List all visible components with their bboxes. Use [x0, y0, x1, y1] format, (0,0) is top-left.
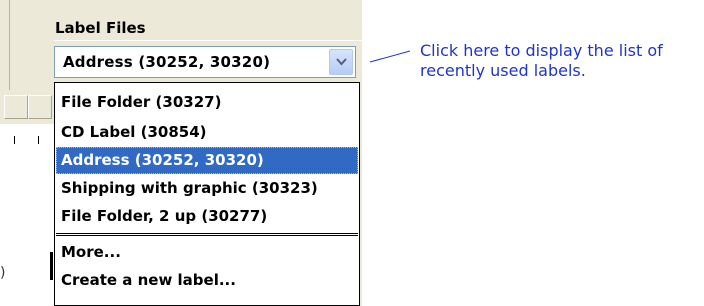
document-marker — [50, 252, 53, 280]
toolbar-button[interactable] — [4, 95, 28, 119]
list-item-selected[interactable]: Address (30252, 30320) — [56, 147, 358, 174]
create-new-label-item[interactable]: Create a new label... — [56, 267, 358, 294]
label-files-title: Label Files — [55, 19, 146, 37]
more-item[interactable]: More... — [56, 239, 358, 266]
list-item[interactable]: CD Label (30854) — [56, 119, 358, 146]
list-item[interactable]: Shipping with graphic (30323) — [56, 175, 358, 202]
label-panel: ) Label Files Address (30252, 30320) Fil… — [0, 0, 362, 306]
panel-divider — [9, 0, 10, 90]
chevron-down-icon — [336, 58, 347, 66]
section-rule — [54, 40, 362, 41]
list-item[interactable]: File Folder (30327) — [56, 89, 358, 116]
menu-divider — [56, 233, 358, 236]
ruler-tick — [14, 136, 15, 144]
label-files-combobox[interactable]: Address (30252, 30320) — [54, 46, 356, 78]
document-canvas[interactable] — [0, 148, 60, 306]
ruler-tick — [38, 136, 39, 144]
combobox-value: Address (30252, 30320) — [63, 53, 271, 71]
ruler — [0, 124, 60, 149]
toolbar-button[interactable] — [28, 95, 52, 119]
recent-labels-dropdown: File Folder (30327) CD Label (30854) Add… — [54, 82, 360, 306]
dropdown-button[interactable] — [329, 49, 353, 75]
callout-text: Click here to display the list of recent… — [420, 41, 663, 80]
document-glyph: ) — [0, 265, 6, 281]
list-item[interactable]: File Folder, 2 up (30277) — [56, 203, 358, 230]
